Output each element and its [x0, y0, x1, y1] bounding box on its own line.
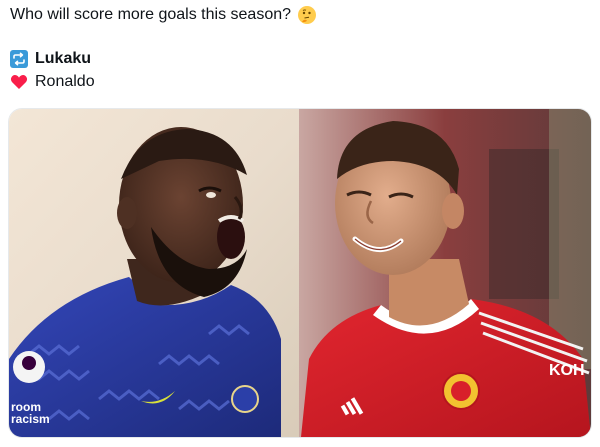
heart-icon — [10, 75, 28, 89]
repeat-icon — [10, 50, 28, 68]
svg-text:racism: racism — [11, 412, 50, 426]
tweet-media-image[interactable]: room racism KOH — [8, 108, 592, 438]
poll-option-ronaldo: Ronaldo — [10, 71, 95, 93]
poll-option-label: Lukaku — [35, 50, 92, 67]
chelsea-crest-icon — [231, 385, 259, 413]
tweet-text: Who will score more goals this season? — [10, 6, 292, 23]
thinking-face-icon — [298, 6, 317, 24]
shirt-sponsor-text: KOH — [549, 362, 585, 379]
tweet-text-row: Who will score more goals this season? — [10, 4, 317, 26]
tweet-card: Who will score more goals this season? L… — [0, 0, 600, 447]
players-composite-image: room racism KOH — [9, 109, 591, 437]
poll-option-lukaku: Lukaku — [10, 48, 91, 70]
poll-option-label: Ronaldo — [35, 73, 95, 90]
